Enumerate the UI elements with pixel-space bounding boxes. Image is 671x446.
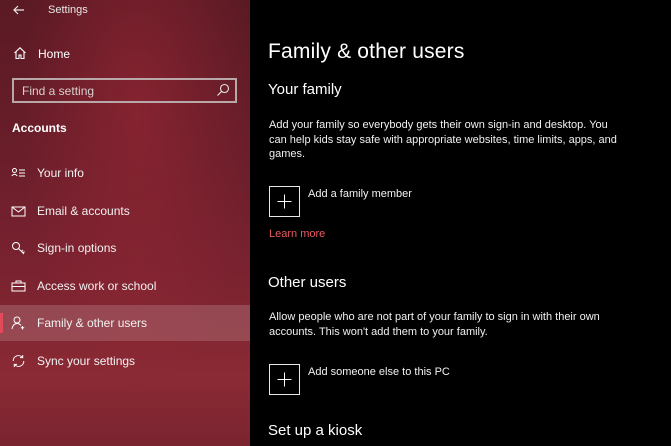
title-bar: Settings [0, 0, 250, 22]
nav-item-email-accounts[interactable]: Email & accounts [0, 193, 250, 229]
your-family-description: Add your family so everybody gets their … [269, 119, 617, 160]
search-input[interactable] [14, 80, 209, 101]
page-title: Family & other users [268, 40, 465, 63]
plus-box [269, 364, 300, 395]
sidebar: Settings Home Accounts Your info Email &… [0, 0, 250, 446]
section-header-accounts: Accounts [12, 121, 67, 135]
nav-home[interactable]: Home [0, 40, 250, 68]
plus-icon [277, 194, 292, 209]
main-content: Family & other users Your family Add you… [250, 0, 671, 446]
app-title: Settings [48, 4, 88, 16]
sync-icon [12, 355, 25, 367]
briefcase-icon [11, 280, 26, 292]
nav-item-sign-in-options[interactable]: Sign-in options [0, 230, 250, 266]
nav-item-label: Email & accounts [37, 204, 130, 218]
add-someone-else-button[interactable]: Add someone else to this PC [269, 364, 489, 396]
learn-more-link[interactable]: Learn more [269, 228, 325, 240]
person-add-icon [11, 316, 25, 330]
selection-indicator [0, 313, 3, 333]
your-family-heading: Your family [268, 81, 342, 98]
person-card-icon [11, 168, 25, 177]
back-arrow-icon [13, 5, 24, 15]
nav-item-sync-settings[interactable]: Sync your settings [0, 343, 250, 379]
other-users-description: Allow people who are not part of your fa… [269, 311, 600, 338]
key-icon [12, 242, 25, 255]
home-label: Home [38, 47, 71, 61]
other-users-heading: Other users [268, 274, 347, 291]
nav-item-label: Access work or school [37, 279, 157, 293]
nav-item-label: Your info [37, 166, 84, 180]
plus-icon [277, 372, 292, 387]
add-family-member-label: Add a family member [308, 188, 412, 200]
nav-item-label: Sign-in options [37, 241, 117, 255]
search-icon[interactable] [216, 83, 230, 97]
add-family-member-button[interactable]: Add a family member [269, 186, 469, 218]
nav-item-your-info[interactable]: Your info [0, 155, 250, 191]
plus-box [269, 186, 300, 217]
back-button[interactable] [8, 0, 30, 20]
kiosk-heading: Set up a kiosk [268, 422, 363, 439]
nav-item-access-work-school[interactable]: Access work or school [0, 268, 250, 304]
nav-item-label: Sync your settings [37, 354, 136, 368]
mail-icon [11, 206, 26, 217]
nav-item-family-other-users[interactable]: Family & other users [0, 305, 250, 341]
nav-item-label: Family & other users [37, 316, 148, 330]
add-someone-else-label: Add someone else to this PC [308, 366, 450, 378]
home-icon [14, 47, 26, 60]
search-box [12, 78, 237, 103]
